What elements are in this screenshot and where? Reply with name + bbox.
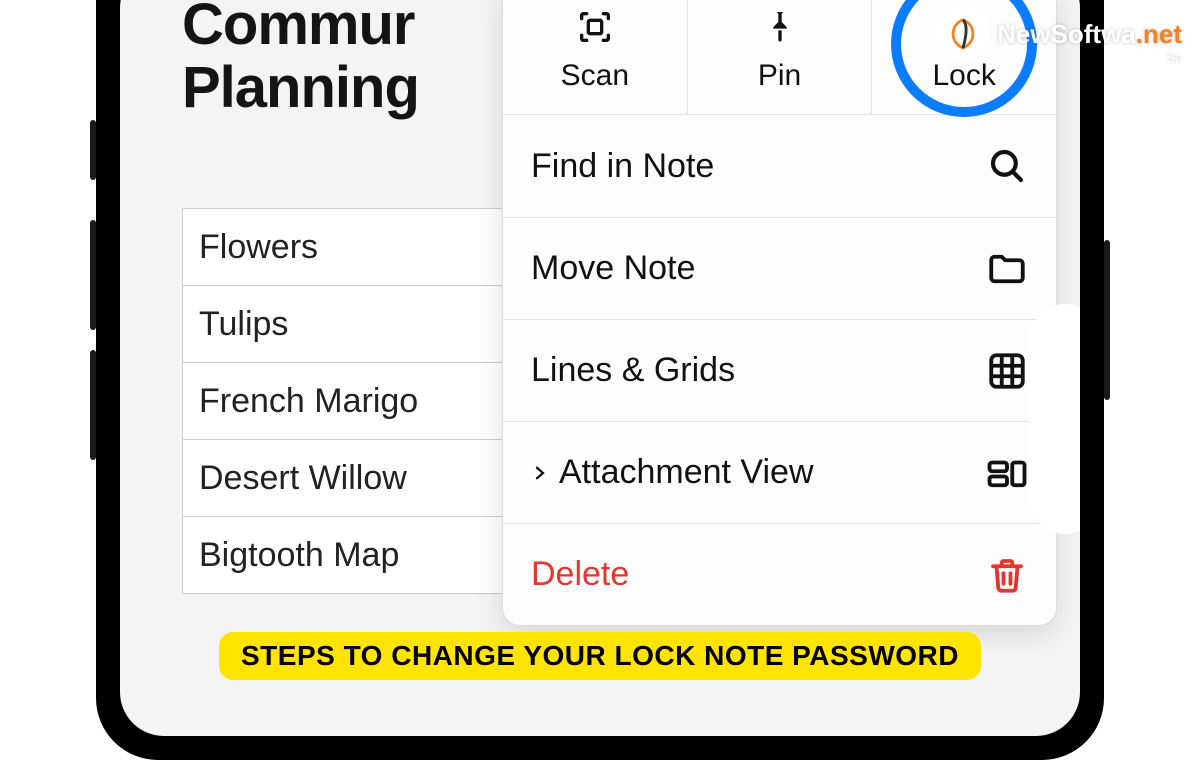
watermark-logo-icon [937,8,989,60]
screenshot-artifact [1030,304,1080,534]
table-row[interactable]: Tulips [182,285,512,363]
attachment-label: Attachment View [559,453,814,492]
watermark-sub: Se [1166,50,1182,65]
lock-label: Lock [932,59,995,93]
table-row[interactable]: French Marigo [182,362,512,440]
note-title-line2: Planning [182,55,419,120]
side-button [90,350,96,460]
side-button [1104,240,1110,400]
table-row[interactable]: Bigtooth Map [182,516,512,594]
trash-icon [986,554,1028,596]
find-label: Find in Note [531,147,986,186]
delete-label: Delete [531,555,986,594]
folder-icon [986,248,1028,290]
table-row[interactable]: Flowers [182,208,512,286]
watermark: NewSoftwa.net Se [937,8,1182,60]
scan-icon [575,7,615,47]
menu-item-lines-grids[interactable]: Lines & Grids [503,319,1056,421]
menu-item-move[interactable]: Move Note [503,217,1056,319]
menu-item-delete[interactable]: Delete [503,523,1056,625]
side-button [90,220,96,330]
side-button [90,120,96,180]
pin-button[interactable]: Pin [687,0,872,114]
note-table: Flowers Tulips French Marigo Desert Will… [182,208,512,594]
screen: Commur Planning Flowers Tulips French Ma… [120,0,1080,736]
note-action-menu: Scan Pin [502,0,1057,626]
note-title-line1: Commur [182,0,414,57]
lines-label: Lines & Grids [531,351,986,390]
table-row[interactable]: Desert Willow [182,439,512,517]
grid-icon [986,350,1028,392]
scan-label: Scan [561,59,629,93]
move-label: Move Note [531,249,986,288]
menu-item-attachment-view[interactable]: Attachment View [503,421,1056,523]
attachment-view-icon [986,452,1028,494]
pin-label: Pin [758,59,801,93]
watermark-brand: NewSoftwa [997,19,1136,49]
search-icon [986,145,1028,187]
scan-button[interactable]: Scan [503,0,687,114]
watermark-suffix: .net [1136,19,1182,49]
pin-icon [760,7,800,47]
chevron-right-icon [531,464,549,482]
menu-item-find[interactable]: Find in Note [503,115,1056,217]
caption-banner: STEPS TO CHANGE YOUR LOCK NOTE PASSWORD [219,632,981,680]
